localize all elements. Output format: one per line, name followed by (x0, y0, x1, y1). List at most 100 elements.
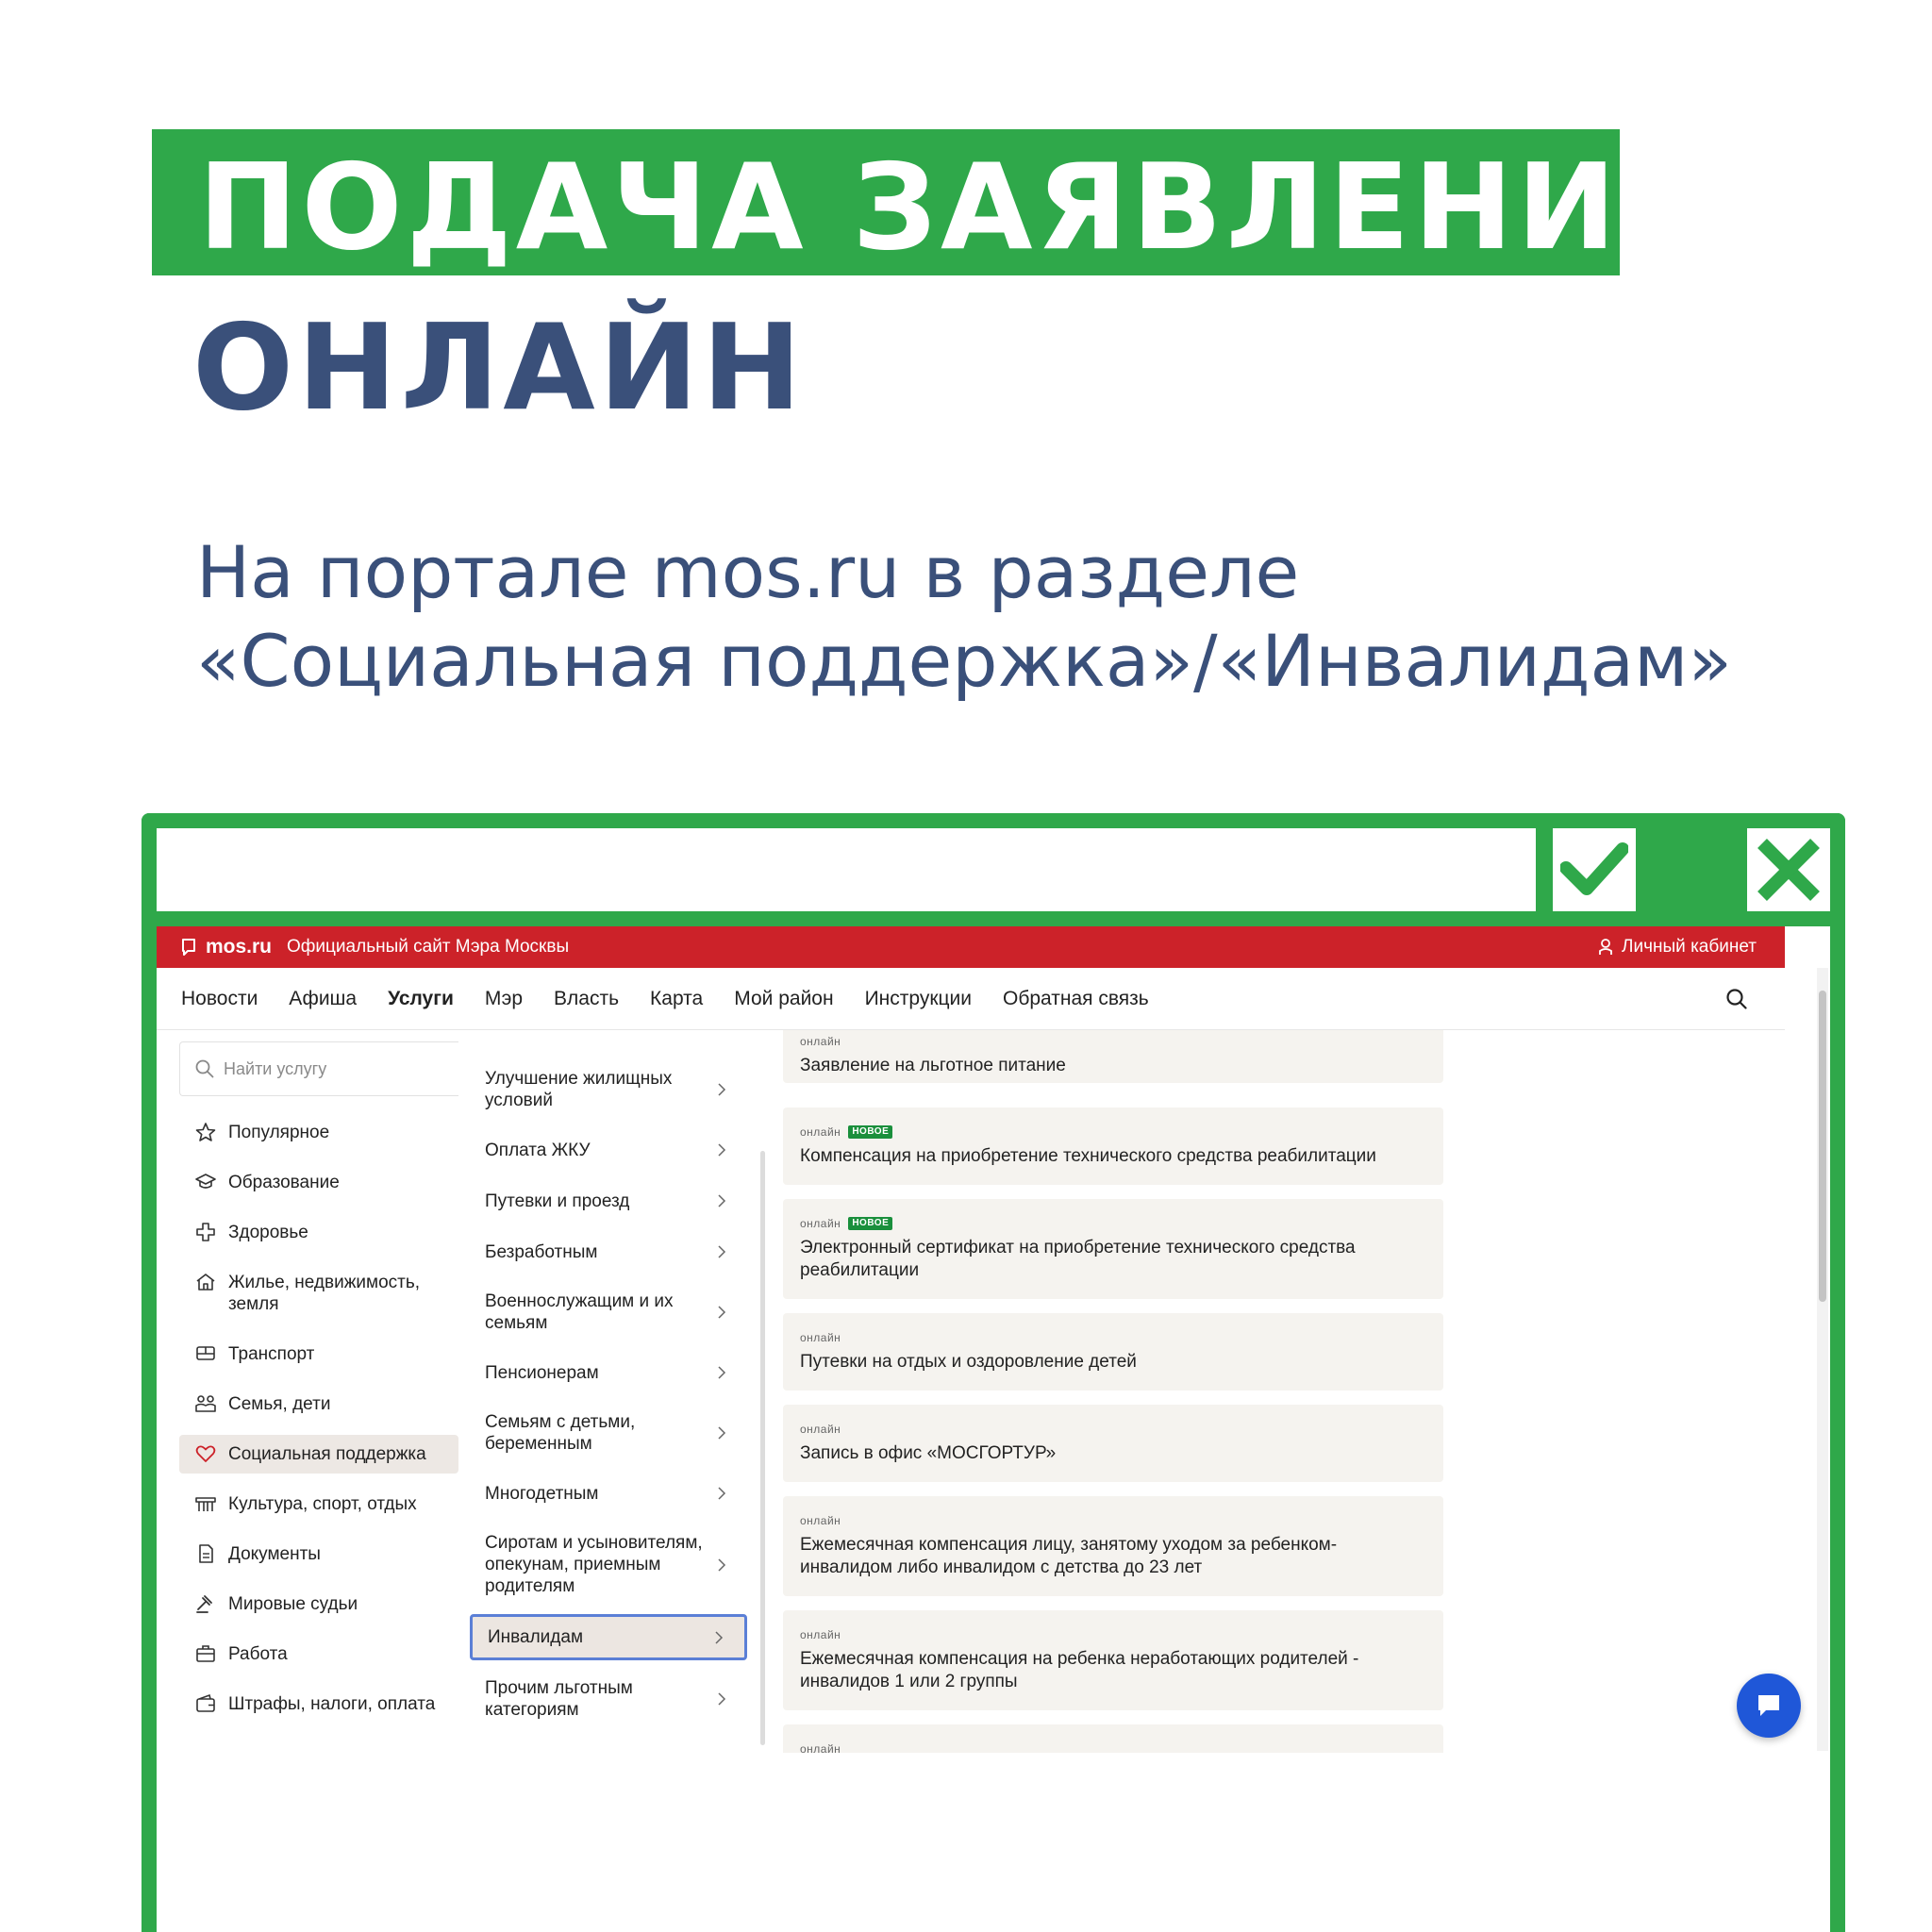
service-title: Заявление на льготное питание (800, 1056, 1066, 1075)
category-item-housing[interactable]: Жилье, недвижимость, земля (179, 1263, 458, 1324)
gavel-icon (196, 1595, 212, 1613)
nav-item-services[interactable]: Услуги (388, 988, 454, 1010)
chevron-right-icon (718, 1366, 726, 1379)
category-item-health[interactable]: Здоровье (179, 1213, 458, 1252)
service-tag-label: онлайн (800, 1423, 841, 1436)
new-badge: НОВОЕ (848, 1217, 893, 1230)
submenu-item-families[interactable]: Семьям с детьми, беременным (470, 1402, 747, 1464)
site-main-nav: Новости Афиша Услуги Мэр Власть Карта Мо… (157, 968, 1785, 1030)
service-tag: онлайн (800, 1741, 1426, 1753)
category-label: Культура, спорт, отдых (228, 1494, 417, 1514)
house-icon (196, 1274, 215, 1291)
check-button[interactable] (1553, 828, 1636, 911)
category-item-work[interactable]: Работа (179, 1635, 458, 1674)
category-label: Работа (228, 1644, 288, 1664)
service-tag: онлайн (800, 1422, 1426, 1437)
service-card[interactable]: онлайн (783, 1724, 1443, 1753)
category-item-transport[interactable]: Транспорт (179, 1335, 458, 1374)
site-logo-text: mos.ru (206, 936, 273, 958)
frame-address-area (157, 828, 1536, 911)
new-badge: НОВОЕ (848, 1125, 893, 1139)
service-tag-label: онлайн (800, 1628, 841, 1641)
submenu-item-other-categories[interactable]: Прочим льготным категориям (470, 1668, 747, 1730)
mos-logo-icon (182, 939, 195, 956)
service-card[interactable]: онлайн НОВОЕ Электронный сертификат на пр… (783, 1199, 1443, 1299)
submenu-item-disabled[interactable]: Инвалидам (470, 1614, 747, 1660)
service-tag-label: онлайн (800, 1035, 841, 1048)
submenu-scrollbar[interactable] (760, 1151, 765, 1745)
submenu-item-pensioners[interactable]: Пенсионерам (470, 1351, 747, 1394)
service-title: Ежемесячная компенсация лицу, занятому у… (800, 1535, 1338, 1577)
page-scrollbar[interactable] (1817, 968, 1828, 1751)
chat-button[interactable] (1737, 1674, 1801, 1738)
category-item-popular[interactable]: Популярное (179, 1113, 458, 1152)
nav-item-news[interactable]: Новости (181, 988, 258, 1010)
nav-item-feedback[interactable]: Обратная связь (1003, 988, 1149, 1010)
services-list: онлайн Заявление на льготное питание онл… (783, 1030, 1443, 1753)
category-item-judges[interactable]: Мировые судьи (179, 1585, 458, 1624)
search-icon[interactable] (1726, 989, 1747, 1009)
nav-item-authority[interactable]: Власть (554, 988, 619, 1010)
service-card[interactable]: онлайн Путевки на отдых и оздоровление д… (783, 1313, 1443, 1391)
heart-icon (195, 1445, 216, 1462)
category-item-documents[interactable]: Документы (179, 1535, 458, 1574)
star-icon (195, 1123, 216, 1141)
nav-item-instructions[interactable]: Инструкции (865, 988, 972, 1010)
submenu-item-vouchers-travel[interactable]: Путевки и проезд (470, 1179, 747, 1223)
submenu-label: Прочим льготным категориям (485, 1678, 633, 1720)
submenu-label: Сиротам и усыновителям, опекунам, приемн… (485, 1533, 703, 1596)
category-item-culture[interactable]: Культура, спорт, отдых (179, 1485, 458, 1524)
graduation-cap-icon (195, 1174, 216, 1189)
category-item-social-support[interactable]: Социальная поддержка (179, 1435, 458, 1474)
page-scrollbar-thumb[interactable] (1819, 991, 1826, 1302)
service-title: Электронный сертификат на приобретение т… (800, 1238, 1356, 1280)
bus-icon (196, 1346, 215, 1360)
close-button[interactable] (1747, 828, 1830, 911)
submenu-item-housing-improvement[interactable]: Улучшение жилищных условий (470, 1058, 747, 1121)
service-card[interactable]: онлайн Заявление на льготное питание (783, 1030, 1443, 1083)
service-tag-label: онлайн (800, 1217, 841, 1230)
theater-icon (195, 1497, 216, 1511)
site-logo[interactable]: mos.ru (181, 936, 272, 958)
nav-item-my-district[interactable]: Мой район (734, 988, 833, 1010)
service-card[interactable]: онлайн Ежемесячная компенсация лицу, зан… (783, 1496, 1443, 1596)
chevron-right-icon (718, 1692, 726, 1706)
family-icon (195, 1395, 216, 1412)
page-subtitle: На портале mos.ru в разделе «Социальная … (196, 528, 1894, 706)
service-card[interactable]: онлайн Запись в офис «МОСГОРТУР» (783, 1405, 1443, 1482)
submenu-item-orphans[interactable]: Сиротам и усыновителям, опекунам, приемн… (470, 1523, 747, 1607)
subtitle-line2: «Социальная поддержка»/«Инвалидам» (196, 619, 1732, 703)
nav-item-map[interactable]: Карта (650, 988, 703, 1010)
submenu-item-military[interactable]: Военнослужащим и их семьям (470, 1281, 747, 1343)
chevron-right-icon (718, 1245, 726, 1258)
category-item-fines[interactable]: Штрафы, налоги, оплата (179, 1685, 458, 1724)
submenu-item-large-families[interactable]: Многодетным (470, 1472, 747, 1515)
category-label: Транспорт (228, 1344, 315, 1364)
chevron-right-icon (718, 1306, 726, 1319)
category-list: Популярное Образование Здоровье Жилье, н… (179, 1113, 458, 1735)
page-title-line2: ОНЛАЙН (192, 298, 806, 437)
submenu-label: Многодетным (485, 1483, 599, 1504)
submenu-label: Семьям с детьми, беременным (485, 1412, 636, 1454)
personal-cabinet-label: Личный кабинет (1622, 937, 1757, 957)
submenu-item-unemployed[interactable]: Безработным (470, 1230, 747, 1274)
nav-item-mayor[interactable]: Мэр (485, 988, 523, 1010)
service-tag-label: онлайн (800, 1331, 841, 1344)
service-search-input[interactable]: Найти услугу (179, 1041, 458, 1096)
medical-cross-icon (196, 1223, 215, 1241)
service-card[interactable]: онлайн НОВОЕ Компенсация на приобретение … (783, 1108, 1443, 1185)
category-item-family[interactable]: Семья, дети (179, 1385, 458, 1424)
service-tag: онлайн НОВОЕ (800, 1216, 1426, 1231)
site-topbar: mos.ru Официальный сайт Мэра Москвы Личн… (157, 926, 1785, 968)
briefcase-icon (196, 1645, 215, 1662)
service-tag: онлайн (800, 1627, 1426, 1642)
chevron-right-icon (718, 1426, 726, 1440)
service-tag: онлайн (800, 1330, 1426, 1345)
service-card[interactable]: онлайн Ежемесячная компенсация на ребенк… (783, 1610, 1443, 1710)
service-title: Ежемесячная компенсация на ребенка нераб… (800, 1649, 1359, 1691)
submenu-label: Улучшение жилищных условий (485, 1069, 673, 1110)
submenu-item-utilities[interactable]: Оплата ЖКУ (470, 1128, 747, 1172)
nav-item-afisha[interactable]: Афиша (289, 988, 357, 1010)
category-item-education[interactable]: Образование (179, 1163, 458, 1202)
personal-cabinet-link[interactable]: Личный кабинет (1599, 937, 1757, 958)
